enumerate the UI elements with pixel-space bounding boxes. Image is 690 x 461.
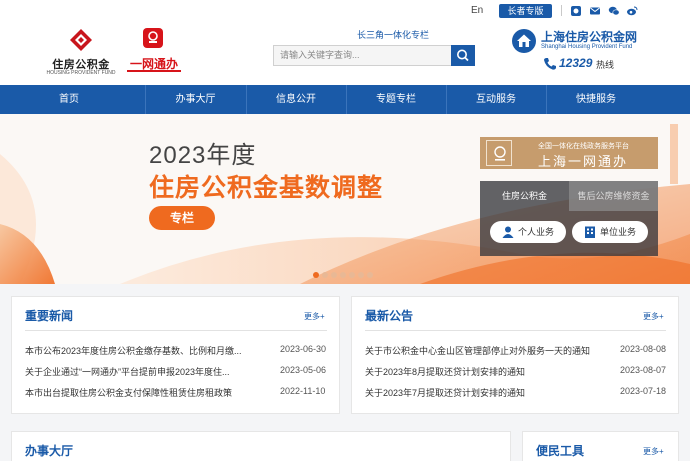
news-item-date: 2023-05-06	[280, 365, 327, 375]
section-title: 重要新闻	[25, 309, 74, 323]
divider	[365, 330, 666, 331]
personal-business-button[interactable]: 个人业务	[490, 221, 566, 243]
one-network-logo[interactable]: 一网通办	[124, 28, 184, 73]
hotline-number: 12329	[559, 56, 593, 70]
site-search: 请输入关键字查询...	[273, 45, 475, 66]
banner-tag[interactable]: 专栏	[149, 206, 215, 230]
notice-item-link[interactable]: 关于市公积金中心金山区管理部停止对外服务一天的通知	[365, 344, 615, 357]
mail-icon[interactable]	[589, 5, 601, 17]
section-title: 便民工具	[536, 444, 585, 458]
one-network-mark-icon	[486, 140, 512, 166]
news-item-link[interactable]: 本市出台提取住房公积金支付保障性租赁住房租政策	[25, 386, 273, 399]
nav-special-topics[interactable]: 专题专栏	[346, 85, 446, 114]
divider	[25, 330, 327, 331]
app-icon[interactable]	[570, 5, 582, 17]
building-icon	[585, 226, 595, 238]
wechat-icon[interactable]	[608, 5, 620, 17]
carousel-dot[interactable]	[349, 272, 355, 278]
business-panel: 住房公积金 售后公房维修资金 个人业务 单位业务	[480, 181, 658, 256]
notice-item-link[interactable]: 关于2023年8月提取还贷计划安排的通知	[365, 365, 615, 378]
nav-interactive-services[interactable]: 互动服务	[446, 85, 546, 114]
site-header: 住房公积金 HOUSING PROVIDENT FUND 一网通办 长三角一体化…	[0, 22, 690, 85]
tab-maintenance-fund[interactable]: 售后公房维修资金	[569, 181, 658, 211]
main-nav: 首页 办事大厅 信息公开 专题专栏 互动服务 快捷服务	[0, 85, 690, 114]
carousel-dot[interactable]	[331, 272, 337, 278]
section-title: 办事大厅	[25, 444, 74, 458]
carousel-dot[interactable]	[340, 272, 346, 278]
news-item-link[interactable]: 关于企业通过“一网通办”平台提前申报2023年度住...	[25, 365, 273, 378]
hotline-label: 热线	[596, 60, 615, 70]
shanghai-fund-brand[interactable]: 上海住房公积金网 Shanghai Housing Provident Fund	[511, 27, 676, 57]
important-news-card: 重要新闻 更多+ 本市公布2023年度住房公积金缴存基数、比例和月缴... 20…	[11, 296, 340, 414]
latest-notices-card: 最新公告 更多+ 关于市公积金中心金山区管理部停止对外服务一天的通知 2023-…	[351, 296, 679, 414]
notice-item-date: 2023-07-18	[620, 386, 667, 396]
platform-caption: 全国一体化在线政务服务平台	[538, 143, 629, 150]
hotline: 12329 热线	[543, 56, 643, 72]
nav-quick-services[interactable]: 快捷服务	[546, 85, 646, 114]
news-item-link[interactable]: 本市公布2023年度住房公积金缴存基数、比例和月缴...	[25, 344, 273, 357]
one-network-service-banner[interactable]: 全国一体化在线政务服务平台 上海一网通办	[480, 137, 658, 169]
nav-service-hall[interactable]: 办事大厅	[145, 85, 246, 114]
brand-name: 上海住房公积金网	[541, 30, 638, 44]
button-label: 单位业务	[600, 227, 637, 237]
carousel-dot[interactable]	[358, 272, 364, 278]
logo-underline	[127, 70, 181, 72]
phone-icon	[544, 58, 556, 70]
housing-fund-logo[interactable]: 住房公积金 HOUSING PROVIDENT FUND	[45, 28, 117, 76]
convenience-tools-card: 便民工具 更多+	[522, 431, 679, 461]
one-network-icon	[143, 28, 163, 48]
tab-housing-fund[interactable]: 住房公积金	[480, 181, 569, 211]
language-switch-link[interactable]: En	[471, 5, 483, 16]
company-business-button[interactable]: 单位业务	[572, 221, 648, 243]
more-link[interactable]: 更多+	[643, 311, 664, 322]
more-link[interactable]: 更多+	[304, 311, 325, 322]
house-logo-icon	[512, 29, 536, 53]
person-icon	[502, 226, 514, 238]
notice-item-date: 2023-08-08	[620, 344, 667, 354]
news-item-date: 2022-11-10	[280, 386, 326, 396]
service-hall-card: 办事大厅	[11, 431, 511, 461]
yrd-integration-link[interactable]: 长三角一体化专栏	[357, 28, 429, 41]
search-icon	[457, 49, 469, 62]
search-input[interactable]: 请输入关键字查询...	[273, 45, 451, 66]
section-title: 最新公告	[365, 309, 414, 323]
notice-item-date: 2023-08-07	[620, 365, 667, 375]
nav-info-disclosure[interactable]: 信息公开	[246, 85, 346, 114]
carousel-dot[interactable]	[313, 272, 319, 278]
elder-mode-button[interactable]: 长者专版	[499, 4, 552, 18]
carousel-dot[interactable]	[367, 272, 373, 278]
banner-year: 2023年度	[149, 142, 257, 169]
banner-headline: 住房公积金基数调整	[149, 174, 384, 202]
more-link[interactable]: 更多+	[643, 446, 664, 457]
fund-logo-icon	[70, 29, 92, 51]
platform-name: 上海一网通办	[538, 154, 629, 169]
logo-english: HOUSING PROVIDENT FUND	[46, 70, 116, 76]
nav-home[interactable]: 首页	[27, 85, 111, 114]
notice-item-link[interactable]: 关于2023年7月提取还贷计划安排的通知	[365, 386, 615, 399]
carousel-dot[interactable]	[322, 272, 328, 278]
weibo-icon[interactable]	[626, 5, 638, 17]
search-button[interactable]	[451, 45, 475, 66]
top-utility-bar: En 长者专版	[0, 0, 690, 22]
news-item-date: 2023-06-30	[280, 344, 327, 354]
button-label: 个人业务	[518, 227, 555, 237]
divider	[561, 5, 562, 16]
brand-english: Shanghai Housing Provident Fund	[541, 44, 633, 50]
